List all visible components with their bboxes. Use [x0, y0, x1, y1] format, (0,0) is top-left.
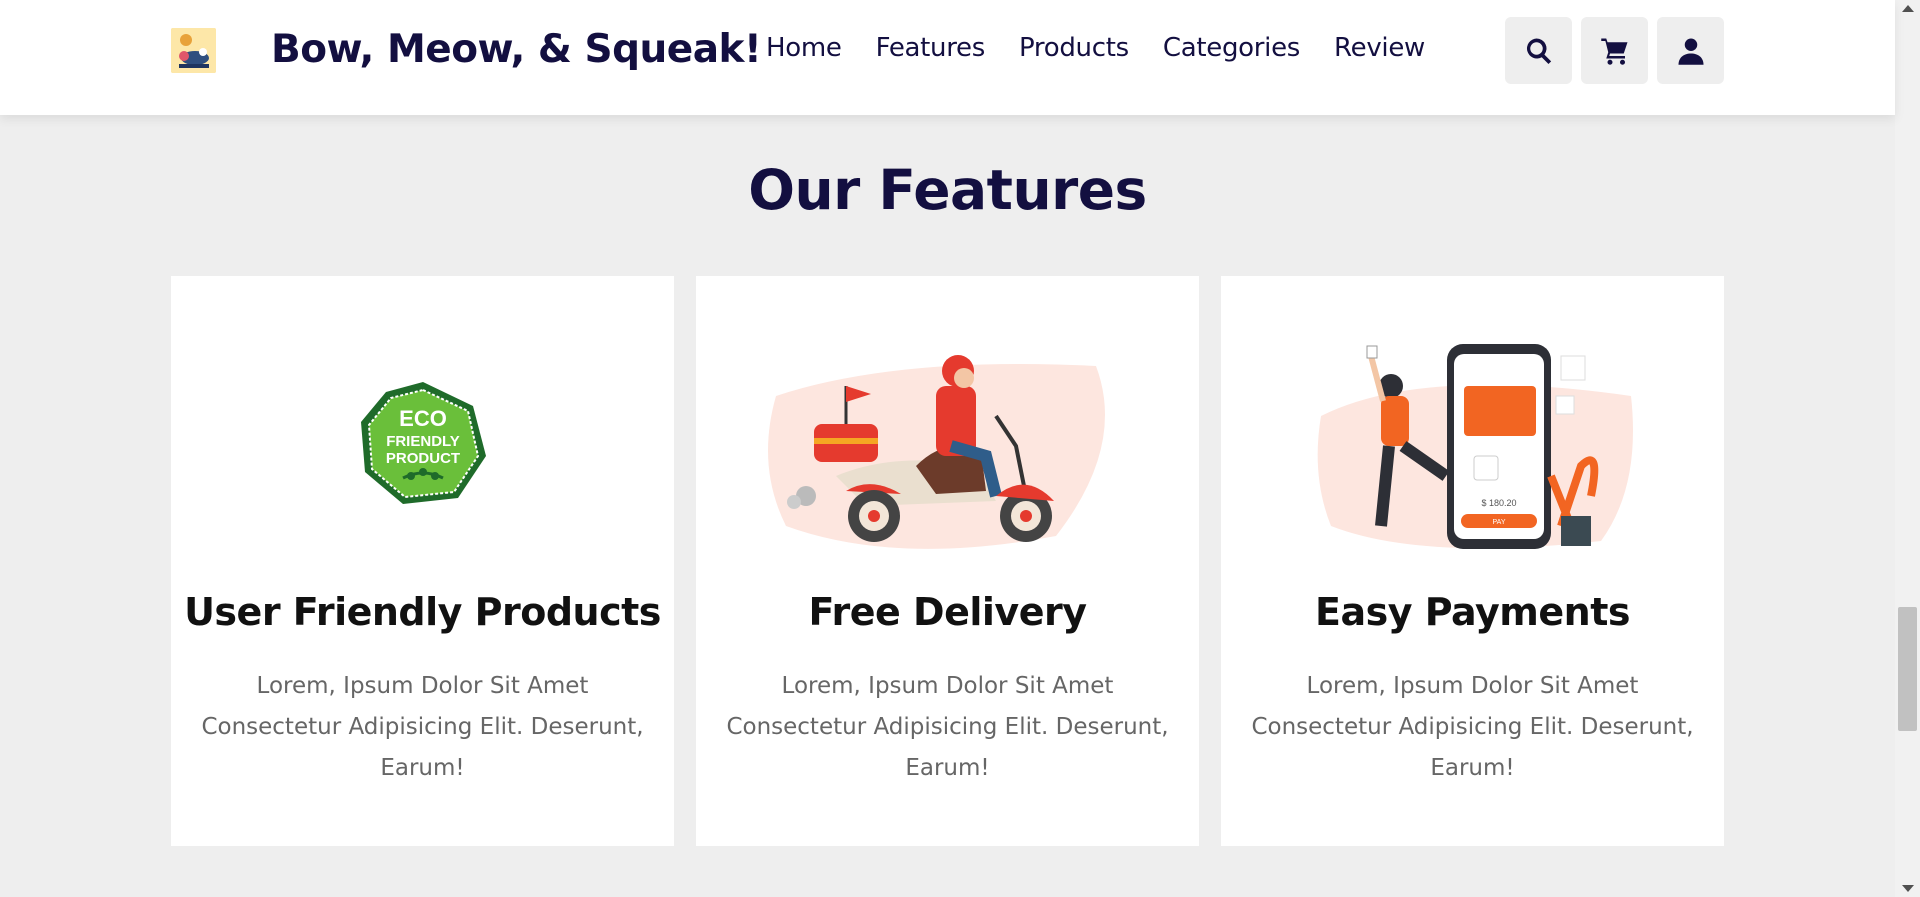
feature-card: ECO FRIENDLY PRODUCT User Friendly Produ… [171, 276, 674, 846]
phone-pay-text: PAY [1493, 519, 1506, 526]
nav-review-link[interactable]: Review [1334, 33, 1425, 63]
phone-amount-text: $ 180.20 [1481, 498, 1516, 508]
card-description: Lorem, Ipsum Dolor Sit Amet Consectetur … [1251, 673, 1694, 781]
delivery-scooter-icon [768, 355, 1105, 549]
brand-name[interactable]: Bow, Meow, & Squeak! [271, 27, 762, 72]
badge-text-eco: ECO [399, 406, 447, 431]
nav-home-link[interactable]: Home [766, 33, 842, 63]
nav-categories-link[interactable]: Categories [1163, 33, 1300, 63]
card-title: User Friendly Products [184, 590, 661, 634]
feature-card: $ 180.20 PAY Easy Payments Lorem, Ipsum … [1221, 276, 1724, 846]
page-scrollbar[interactable] [1895, 0, 1920, 897]
badge-text-product: PRODUCT [386, 450, 460, 467]
card-description: Lorem, Ipsum Dolor Sit Amet Consectetur … [726, 673, 1169, 781]
scroll-down-arrow-icon[interactable] [1902, 885, 1914, 892]
eco-friendly-badge-icon: ECO FRIENDLY PRODUCT [361, 382, 486, 504]
scrollbar-thumb[interactable] [1898, 607, 1917, 731]
user-icon [1678, 38, 1703, 65]
main-nav: Home Features Products Categories Review [766, 33, 1459, 63]
section-title: Our Features [748, 158, 1147, 222]
user-button[interactable] [1657, 17, 1724, 84]
card-title: Easy Payments [1315, 590, 1631, 634]
card-title: Free Delivery [808, 590, 1087, 634]
badge-text-friendly: FRIENDLY [386, 433, 460, 450]
search-button[interactable] [1505, 17, 1572, 84]
feature-card: Free Delivery Lorem, Ipsum Dolor Sit Ame… [696, 276, 1199, 846]
logo-image[interactable] [171, 28, 216, 73]
cart-icon [1600, 38, 1627, 65]
nav-products-link[interactable]: Products [1019, 33, 1129, 63]
search-icon [1526, 38, 1551, 64]
nav-features-link[interactable]: Features [876, 33, 986, 63]
pet-logo-icon [171, 28, 216, 73]
mobile-payment-icon: $ 180.20 PAY [1317, 344, 1633, 549]
card-description: Lorem, Ipsum Dolor Sit Amet Consectetur … [201, 673, 644, 781]
site-header: Bow, Meow, & Squeak! Home Features Produ… [0, 0, 1895, 115]
scroll-up-arrow-icon[interactable] [1902, 5, 1914, 12]
cart-button[interactable] [1581, 17, 1648, 84]
